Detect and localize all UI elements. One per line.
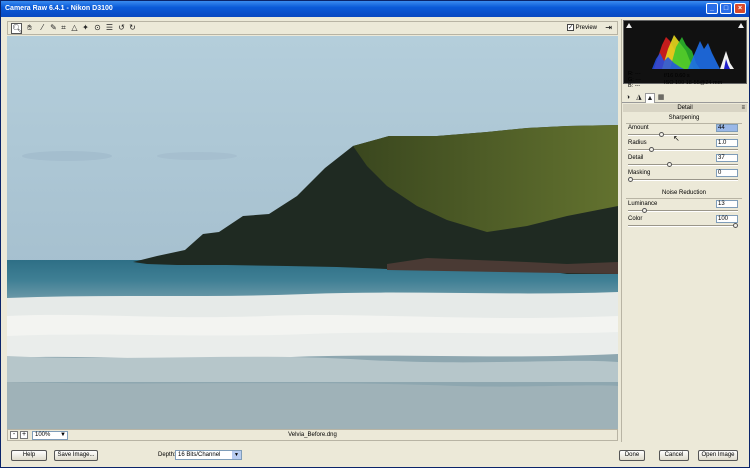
slider-track[interactable]	[628, 177, 738, 182]
camera-raw-window: Camera Raw 6.4.1 - Nikon D3100 _ □ × 🔍︎ …	[0, 0, 750, 468]
bottom-bar: Help Save Image... Depth: 16 Bits/Channe…	[1, 444, 749, 467]
panel-title-label: Detail	[677, 105, 693, 111]
shadow-clipping-icon[interactable]	[626, 23, 632, 28]
crop-icon[interactable]: ⌗	[58, 23, 69, 34]
chevron-down-icon: ▼	[232, 451, 241, 459]
red-eye-icon[interactable]: ⊙	[92, 23, 103, 34]
mouse-cursor-icon: ↖	[673, 134, 680, 143]
fullscreen-icon[interactable]: ⇥	[605, 23, 612, 32]
image-preview[interactable]	[7, 36, 618, 429]
cancel-button[interactable]: Cancel	[659, 450, 689, 461]
help-button[interactable]: Help	[11, 450, 47, 461]
pixel-readout: R: --- G: --- B: --- f/16 0.60 s ISO 100…	[626, 71, 746, 93]
slider-value-field[interactable]: 100	[716, 215, 738, 223]
tool-bar: 🔍︎ ✋︎ ⁄ ✎ ⌗ △ ✦ ⊙ ☰ ↺ ↻ ✓ Preview ⇥	[7, 21, 618, 35]
sharpening-heading: Sharpening	[626, 115, 742, 124]
close-button[interactable]: ×	[734, 3, 746, 14]
slider-value-field[interactable]: 1.0	[716, 139, 738, 147]
done-button[interactable]: Done	[619, 450, 645, 461]
save-image-button[interactable]: Save Image...	[54, 450, 98, 461]
slider-thumb[interactable]	[733, 223, 738, 228]
slider-track[interactable]	[628, 162, 738, 167]
depth-select[interactable]: 16 Bits/Channel ▼	[175, 450, 242, 460]
depth-value: 16 Bits/Channel	[178, 452, 221, 458]
preview-label: Preview	[575, 25, 598, 32]
slider-thumb[interactable]	[666, 162, 672, 167]
iso-lens: ISO 100 18-55@24 mm	[664, 80, 723, 86]
panel-menu-icon[interactable]: ≡	[741, 104, 745, 112]
blue-readout: B: ---	[628, 83, 641, 89]
slider-thumb[interactable]	[649, 147, 654, 152]
rotate-right-icon[interactable]: ↻	[127, 23, 138, 34]
detail-tab-icon[interactable]: ▲	[645, 93, 655, 103]
minimize-button[interactable]: _	[706, 3, 718, 14]
status-bar: - + 100% ▼ Velvia_Before.dng	[7, 429, 618, 441]
open-image-button[interactable]: Open Image	[698, 450, 738, 461]
slider-track[interactable]	[628, 147, 738, 152]
slider-label: Amount	[628, 125, 649, 131]
slider-label: Radius	[628, 140, 647, 146]
preview-toggle[interactable]: ✓ Preview	[567, 24, 597, 31]
rotate-left-icon[interactable]: ↺	[116, 23, 127, 34]
panel-tabs: ◑ ◮ ▲ ▦	[622, 93, 748, 103]
tone-curve-tab-icon[interactable]: ◮	[634, 93, 644, 103]
highlight-clipping-icon[interactable]	[738, 23, 744, 28]
slider-label: Luminance	[628, 201, 658, 207]
basic-tab-icon[interactable]: ◑	[623, 93, 633, 103]
slider-value-field[interactable]: 13	[716, 200, 738, 208]
zoom-icon[interactable]: 🔍︎	[11, 23, 22, 34]
slider-value-field[interactable]: 44	[716, 124, 738, 132]
straighten-icon[interactable]: △	[69, 23, 80, 34]
noise-reduction-heading: Noise Reduction	[626, 190, 742, 199]
aperture-shutter: f/16 0.60 s	[664, 73, 690, 79]
slider-value-field[interactable]: 0	[716, 169, 738, 177]
slider-thumb[interactable]	[628, 177, 633, 182]
slider-track[interactable]	[628, 208, 738, 213]
histogram-graph	[652, 35, 734, 69]
title-bar: Camera Raw 6.4.1 - Nikon D3100 _ □ ×	[1, 1, 749, 17]
slider-track[interactable]	[628, 132, 738, 137]
slider-thumb[interactable]	[658, 132, 664, 137]
white-balance-icon[interactable]: ⁄	[37, 23, 48, 34]
hand-icon[interactable]: ✋︎	[24, 23, 35, 34]
slider-label: Masking	[628, 170, 651, 176]
landscape-photo	[7, 36, 618, 429]
depth-label: Depth:	[158, 452, 176, 458]
slider-track[interactable]	[628, 223, 738, 228]
panel-title: Detail ≡	[623, 104, 747, 112]
slider-value-field[interactable]: 37	[716, 154, 738, 162]
hsl-tab-icon[interactable]: ▦	[656, 93, 666, 103]
right-panel: R: --- G: --- B: --- f/16 0.60 s ISO 100…	[621, 19, 748, 442]
preview-checkbox[interactable]: ✓	[567, 24, 574, 31]
maximize-button[interactable]: □	[720, 3, 732, 14]
slider-thumb[interactable]	[641, 208, 647, 213]
window-title: Camera Raw 6.4.1 - Nikon D3100	[5, 5, 113, 12]
file-name: Velvia_Before.dng	[288, 432, 337, 438]
spot-removal-icon[interactable]: ✦	[80, 23, 91, 34]
preferences-icon[interactable]: ☰	[104, 23, 115, 34]
slider-label: Color	[628, 216, 643, 222]
slider-label: Detail	[628, 155, 644, 161]
